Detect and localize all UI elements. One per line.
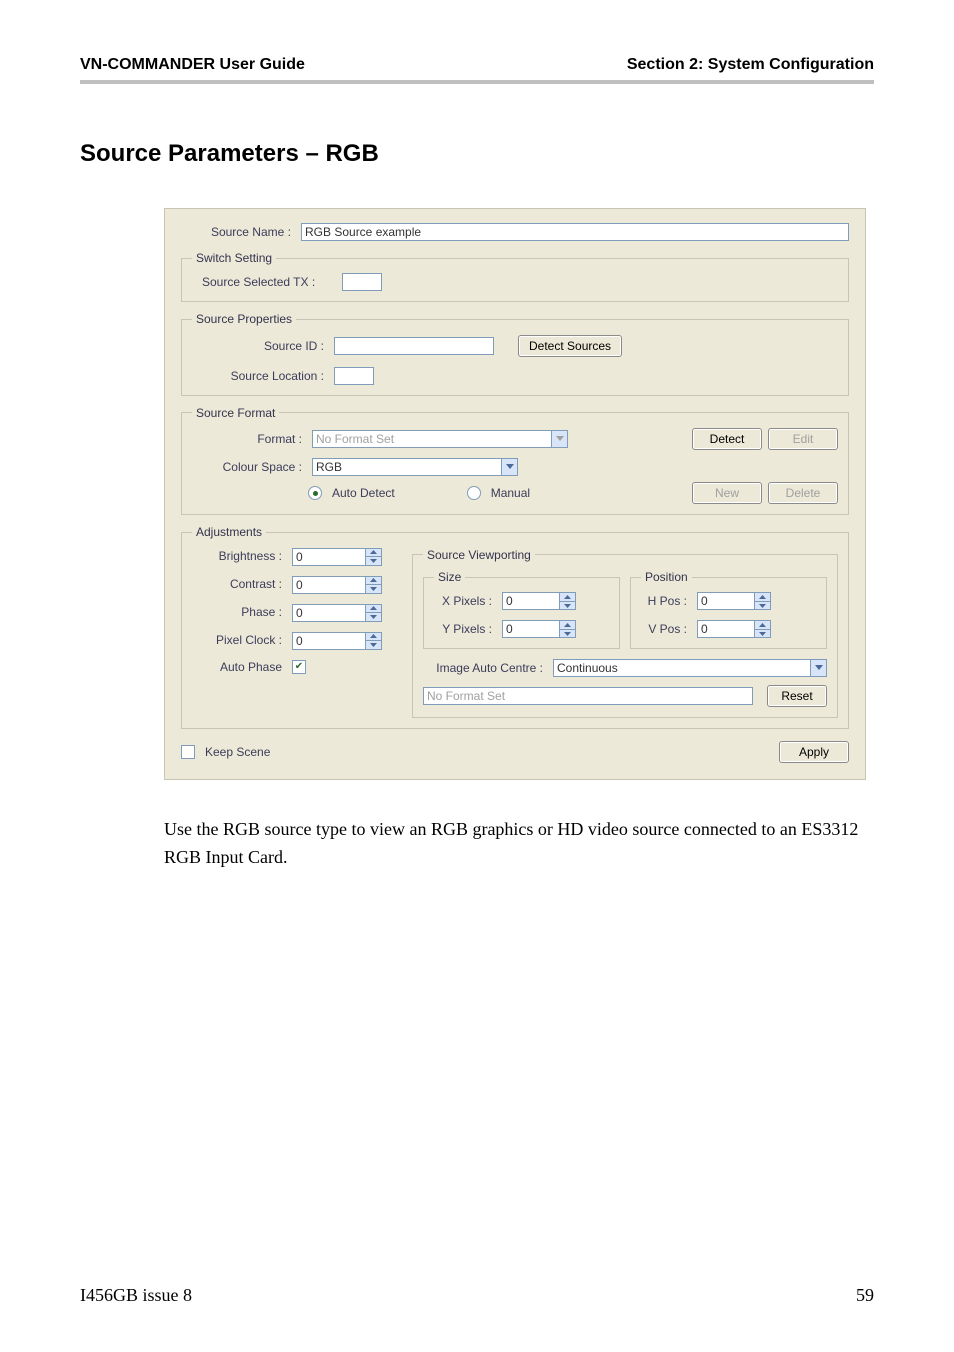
- auto-phase-checkbox[interactable]: ✔: [292, 660, 306, 674]
- doc-header: VN-COMMANDER User Guide Section 2: Syste…: [80, 56, 874, 84]
- source-id-label: Source ID :: [192, 339, 328, 353]
- ypixels-input[interactable]: [502, 620, 560, 638]
- chevron-down-icon: [552, 430, 568, 448]
- manual-radio[interactable]: Manual: [467, 486, 530, 500]
- spinner-icon: [755, 620, 771, 638]
- hpos-label: H Pos :: [641, 594, 691, 608]
- vpos-stepper[interactable]: [697, 620, 771, 638]
- spinner-icon: [755, 592, 771, 610]
- vpos-input[interactable]: [697, 620, 755, 638]
- hpos-input[interactable]: [697, 592, 755, 610]
- spinner-icon: [366, 632, 382, 650]
- phase-input[interactable]: [292, 604, 366, 622]
- new-button[interactable]: New: [692, 482, 762, 504]
- size-legend: Size: [434, 570, 465, 584]
- switch-setting-legend: Switch Setting: [192, 251, 276, 265]
- detect-sources-button[interactable]: Detect Sources: [518, 335, 622, 357]
- pixel-clock-stepper[interactable]: [292, 632, 382, 650]
- apply-button[interactable]: Apply: [779, 741, 849, 763]
- position-legend: Position: [641, 570, 692, 584]
- format-value: [312, 430, 552, 448]
- contrast-stepper[interactable]: [292, 576, 382, 594]
- doc-footer-page: 59: [856, 1285, 874, 1306]
- size-group: Size X Pixels :: [423, 570, 620, 649]
- xpixels-stepper[interactable]: [502, 592, 576, 610]
- source-properties-group: Source Properties Source ID : Detect Sou…: [181, 312, 849, 395]
- format-dropdown[interactable]: [312, 430, 568, 448]
- source-selected-tx-input[interactable]: [342, 273, 382, 291]
- reset-button[interactable]: Reset: [767, 685, 827, 707]
- image-auto-centre-value: [553, 659, 811, 677]
- doc-footer-left: I456GB issue 8: [80, 1285, 192, 1306]
- position-group: Position H Pos :: [630, 570, 827, 649]
- doc-footer: I456GB issue 8 59: [80, 1285, 874, 1306]
- spinner-icon: [560, 592, 576, 610]
- keep-scene-checkbox[interactable]: Keep Scene: [181, 745, 270, 759]
- colour-space-label: Colour Space :: [192, 460, 306, 474]
- auto-detect-label: Auto Detect: [332, 486, 395, 500]
- contrast-input[interactable]: [292, 576, 366, 594]
- delete-button[interactable]: Delete: [768, 482, 838, 504]
- doc-header-left: VN-COMMANDER User Guide: [80, 56, 305, 74]
- chevron-down-icon: [811, 659, 827, 677]
- adjustments-legend: Adjustments: [192, 525, 266, 539]
- adjustments-group: Adjustments Brightness :: [181, 525, 849, 729]
- xpixels-label: X Pixels :: [434, 594, 496, 608]
- ypixels-label: Y Pixels :: [434, 622, 496, 636]
- source-format-group: Source Format Format : Detect Edit Colou…: [181, 406, 849, 515]
- vpos-label: V Pos :: [641, 622, 691, 636]
- image-auto-centre-dropdown[interactable]: [553, 659, 827, 677]
- source-location-input[interactable]: [334, 367, 374, 385]
- radio-selected-icon: [308, 486, 322, 500]
- pixel-clock-label: Pixel Clock :: [192, 633, 286, 647]
- body-text: Use the RGB source type to view an RGB g…: [164, 816, 866, 872]
- spinner-icon: [366, 548, 382, 566]
- auto-phase-label: Auto Phase: [192, 660, 286, 674]
- format-label: Format :: [192, 432, 306, 446]
- colour-space-dropdown[interactable]: [312, 458, 518, 476]
- ypixels-stepper[interactable]: [502, 620, 576, 638]
- phase-label: Phase :: [192, 605, 286, 619]
- brightness-label: Brightness :: [192, 549, 286, 563]
- phase-stepper[interactable]: [292, 604, 382, 622]
- detect-button[interactable]: Detect: [692, 428, 762, 450]
- xpixels-input[interactable]: [502, 592, 560, 610]
- colour-space-value: [312, 458, 502, 476]
- spinner-icon: [366, 576, 382, 594]
- switch-setting-group: Switch Setting Source Selected TX :: [181, 251, 849, 302]
- source-selected-tx-label: Source Selected TX :: [192, 275, 336, 289]
- manual-label: Manual: [491, 486, 530, 500]
- source-parameters-dialog: Source Name : Switch Setting Source Sele…: [164, 208, 866, 780]
- keep-scene-label: Keep Scene: [205, 745, 270, 759]
- brightness-stepper[interactable]: [292, 548, 382, 566]
- source-id-input[interactable]: [334, 337, 494, 355]
- page-title: Source Parameters – RGB: [80, 140, 874, 168]
- doc-header-right: Section 2: System Configuration: [627, 56, 874, 74]
- source-properties-legend: Source Properties: [192, 312, 296, 326]
- source-viewporting-group: Source Viewporting Size X Pixels :: [412, 548, 838, 719]
- source-location-label: Source Location :: [192, 369, 328, 383]
- source-name-input[interactable]: [301, 223, 849, 241]
- source-format-legend: Source Format: [192, 406, 279, 420]
- source-viewporting-legend: Source Viewporting: [423, 548, 535, 562]
- pixel-clock-input[interactable]: [292, 632, 366, 650]
- radio-unselected-icon: [467, 486, 481, 500]
- hpos-stepper[interactable]: [697, 592, 771, 610]
- checkbox-icon: [181, 745, 195, 759]
- chevron-down-icon: [502, 458, 518, 476]
- contrast-label: Contrast :: [192, 577, 286, 591]
- spinner-icon: [366, 604, 382, 622]
- spinner-icon: [560, 620, 576, 638]
- source-name-label: Source Name :: [181, 225, 295, 239]
- image-auto-centre-label: Image Auto Centre :: [423, 661, 547, 675]
- edit-button[interactable]: Edit: [768, 428, 838, 450]
- brightness-input[interactable]: [292, 548, 366, 566]
- auto-detect-radio[interactable]: Auto Detect: [308, 486, 395, 500]
- format-status-text: [423, 687, 753, 705]
